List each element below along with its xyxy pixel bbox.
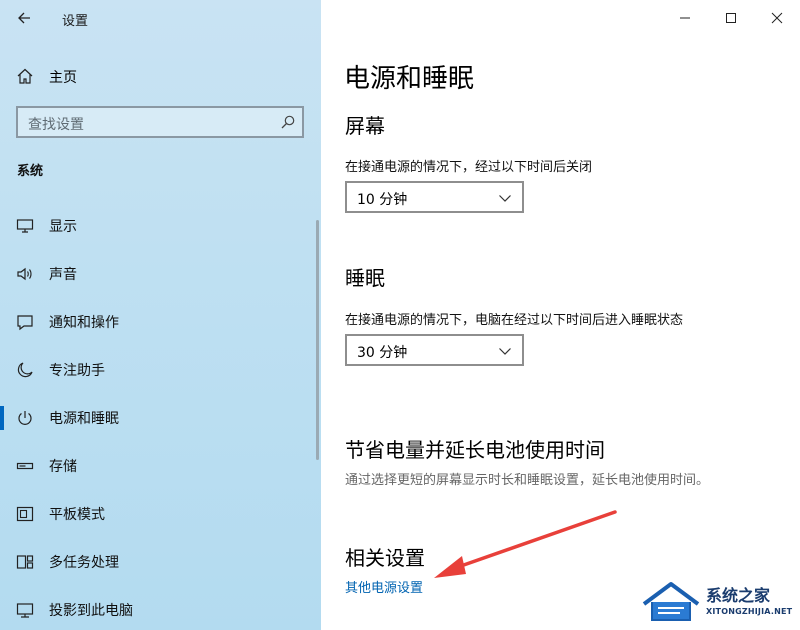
- sleep-description: 在接通电源的情况下，电脑在经过以下时间后进入睡眠状态: [345, 313, 684, 328]
- watermark: 系统之家 XITONGZHIJIA.NET: [640, 578, 795, 626]
- search-placeholder: 查找设置: [28, 117, 84, 133]
- speaker-icon: [17, 267, 32, 281]
- sidebar-item-label: 投影到此电脑: [49, 603, 133, 619]
- project-icon: [16, 603, 34, 618]
- sidebar-home-label: 主页: [49, 70, 77, 86]
- home-icon: [17, 68, 33, 84]
- related-settings-heading: 相关设置: [345, 546, 425, 570]
- main-panel: 电源和睡眠 屏幕 在接通电源的情况下，经过以下时间后关闭 10 分钟 睡眠 在接…: [321, 0, 800, 630]
- sidebar-item-focus-assist[interactable]: 专注助手: [0, 350, 318, 390]
- moon-icon: [17, 362, 33, 378]
- power-icon: [18, 411, 32, 425]
- sidebar-item-tablet-mode[interactable]: 平板模式: [0, 494, 318, 534]
- search-icon[interactable]: [280, 114, 296, 130]
- close-button[interactable]: [754, 0, 800, 36]
- sidebar-item-label: 多任务处理: [49, 555, 119, 571]
- house-logo-icon: [642, 582, 700, 621]
- back-button[interactable]: [10, 6, 38, 30]
- sidebar-item-display[interactable]: 显示: [0, 206, 318, 246]
- sidebar-item-storage[interactable]: 存储: [0, 446, 318, 486]
- sidebar-item-multitasking[interactable]: 多任务处理: [0, 542, 318, 582]
- title-bar-left: 设置: [0, 0, 321, 36]
- sidebar-item-project[interactable]: 投影到此电脑: [0, 590, 318, 630]
- section-label-system: 系统: [17, 164, 44, 179]
- sidebar-scrollbar[interactable]: [316, 220, 319, 460]
- sidebar-item-label: 存储: [49, 459, 77, 475]
- sidebar-item-sound[interactable]: 声音: [0, 254, 318, 294]
- sidebar-item-label: 显示: [49, 219, 77, 235]
- screen-timeout-value: 10 分钟: [357, 192, 408, 208]
- notification-icon: [17, 315, 33, 331]
- sidebar-item-label: 声音: [49, 267, 77, 283]
- sidebar-item-label: 电源和睡眠: [49, 411, 119, 427]
- app-title: 设置: [62, 14, 89, 29]
- sleep-heading: 睡眠: [345, 266, 385, 290]
- save-power-description: 通过选择更短的屏幕显示时长和睡眠设置，延长电池使用时间。: [345, 473, 710, 488]
- minimize-button[interactable]: [662, 0, 708, 36]
- window-controls: [662, 0, 800, 36]
- storage-icon: [16, 462, 34, 470]
- watermark-text: 系统之家: [706, 586, 771, 605]
- close-icon: [771, 12, 783, 24]
- screen-timeout-select[interactable]: 10 分钟: [345, 181, 524, 213]
- watermark-subtext: XITONGZHIJIA.NET: [706, 607, 793, 616]
- chevron-down-icon: [499, 195, 511, 202]
- maximize-icon: [726, 13, 736, 23]
- tablet-icon: [16, 506, 34, 522]
- back-arrow-icon: [18, 12, 30, 24]
- screen-heading: 屏幕: [345, 114, 385, 138]
- search-input[interactable]: 查找设置: [16, 106, 304, 138]
- maximize-button[interactable]: [708, 0, 754, 36]
- chevron-down-icon: [499, 348, 511, 355]
- minimize-icon: [680, 17, 690, 19]
- sidebar-item-home[interactable]: 主页: [0, 60, 321, 90]
- sidebar-item-label: 通知和操作: [49, 315, 119, 331]
- page-title: 电源和睡眠: [344, 64, 475, 94]
- sidebar-item-label: 平板模式: [49, 507, 105, 523]
- multitask-icon: [16, 555, 34, 569]
- sleep-timeout-value: 30 分钟: [357, 345, 408, 361]
- sidebar-item-label: 专注助手: [49, 363, 105, 379]
- additional-power-settings-link[interactable]: 其他电源设置: [345, 577, 423, 596]
- save-power-heading: 节省电量并延长电池使用时间: [345, 438, 605, 462]
- sleep-timeout-select[interactable]: 30 分钟: [345, 334, 524, 366]
- screen-description: 在接通电源的情况下，经过以下时间后关闭: [345, 160, 593, 175]
- monitor-icon: [16, 219, 34, 233]
- sidebar: 设置 主页 查找设置 系统 显示 声音 通知和操作 专注助手 电源和睡眠 存储 …: [0, 0, 321, 630]
- sidebar-item-power-sleep[interactable]: 电源和睡眠: [0, 398, 318, 438]
- sidebar-item-notifications[interactable]: 通知和操作: [0, 302, 318, 342]
